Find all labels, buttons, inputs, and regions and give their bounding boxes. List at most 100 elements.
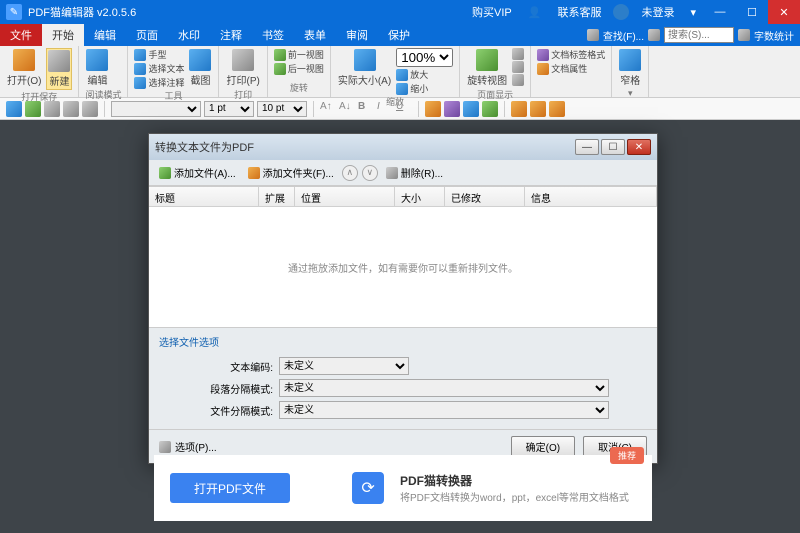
- tb-print-icon[interactable]: [44, 101, 60, 117]
- login-status[interactable]: 未登录: [637, 4, 678, 20]
- menu-annotate[interactable]: 注释: [210, 24, 252, 46]
- support-link[interactable]: 联系客服: [553, 4, 605, 20]
- encoding-select[interactable]: 未定义: [279, 357, 409, 375]
- col-ext[interactable]: 扩展: [259, 187, 295, 206]
- col-size[interactable]: 大小: [395, 187, 445, 206]
- menu-form[interactable]: 表单: [294, 24, 336, 46]
- find-link[interactable]: 查找(F)...: [603, 28, 644, 43]
- select-note[interactable]: 选择注释: [134, 76, 184, 89]
- bold-icon[interactable]: B: [358, 101, 374, 117]
- props-icon: [537, 63, 549, 75]
- group-narrow: ▾: [618, 88, 642, 100]
- open-pdf-button[interactable]: 打开PDF文件: [170, 473, 290, 503]
- split-select[interactable]: 未定义: [279, 401, 609, 419]
- edit-button[interactable]: 编辑: [85, 48, 109, 88]
- options-button[interactable]: 选项(P)...: [159, 439, 217, 454]
- tb-globe-icon[interactable]: [6, 101, 22, 117]
- add-file-button[interactable]: 添加文件(A)...: [155, 163, 240, 182]
- login-dropdown-icon[interactable]: ▾: [686, 6, 700, 19]
- close-button[interactable]: ✕: [768, 0, 800, 24]
- tag-format[interactable]: 文档标签格式: [537, 48, 605, 61]
- zoom-out[interactable]: 缩小: [396, 82, 453, 95]
- tag-icon: [537, 49, 549, 61]
- prev-view[interactable]: 前一视图: [274, 48, 324, 61]
- textbox-icon[interactable]: [511, 101, 527, 117]
- dialog-close-button[interactable]: ✕: [627, 139, 651, 155]
- search-icon: [648, 29, 660, 41]
- list-header: 标题 扩展 位置 大小 已修改 信息: [149, 187, 657, 207]
- prev-icon: [274, 49, 286, 61]
- note-icon[interactable]: [549, 101, 565, 117]
- search-input[interactable]: [664, 27, 734, 43]
- color3-icon[interactable]: [463, 101, 479, 117]
- move-up-button[interactable]: ∧: [342, 165, 358, 181]
- document-area: 转换文本文件为PDF — ☐ ✕ 添加文件(A)... 添加文件夹(F)... …: [0, 120, 800, 533]
- move-down-button[interactable]: ∨: [362, 165, 378, 181]
- line-width-2[interactable]: 10 pt: [257, 101, 307, 117]
- menu-review[interactable]: 审阅: [336, 24, 378, 46]
- rotate-view[interactable]: 旋转视图: [466, 48, 508, 88]
- minimize-button[interactable]: —: [704, 0, 736, 24]
- find-icon: [587, 29, 599, 41]
- format-toolbar: 1 pt 10 pt A↑ A↓ B I U: [0, 98, 800, 120]
- menu-protect[interactable]: 保护: [378, 24, 420, 46]
- maximize-button[interactable]: ☐: [736, 0, 768, 24]
- options-section-title: 选择文件选项: [159, 334, 647, 349]
- actual-size[interactable]: 实际大小(A): [337, 48, 392, 88]
- tb-save-icon[interactable]: [25, 101, 41, 117]
- dialog-toolbar: 添加文件(A)... 添加文件夹(F)... ∧ ∨ 删除(R)...: [149, 160, 657, 186]
- new-button[interactable]: 新建: [46, 48, 72, 90]
- group-rotate: 旋转: [274, 81, 324, 95]
- encoding-label: 文本编码:: [159, 359, 279, 374]
- add-folder-button[interactable]: 添加文件夹(F)...: [244, 163, 338, 182]
- dialog-titlebar[interactable]: 转换文本文件为PDF — ☐ ✕: [149, 134, 657, 160]
- col-mod[interactable]: 已修改: [445, 187, 525, 206]
- hand-icon: [134, 49, 146, 61]
- selecttext-icon: [134, 63, 146, 75]
- print-button[interactable]: 打印(P): [225, 48, 260, 88]
- italic-icon[interactable]: I: [377, 101, 393, 117]
- menu-start[interactable]: 开始: [42, 24, 84, 46]
- menu-watermark[interactable]: 水印: [168, 24, 210, 46]
- highlight-icon[interactable]: [530, 101, 546, 117]
- menu-edit[interactable]: 编辑: [84, 24, 126, 46]
- zoomout-icon: [396, 83, 408, 95]
- select-text[interactable]: 选择文本: [134, 62, 184, 75]
- wordcount-link[interactable]: 字数统计: [754, 28, 794, 43]
- hand-tool[interactable]: 手型: [134, 48, 184, 61]
- menu-bookmark[interactable]: 书签: [252, 24, 294, 46]
- addfile-icon: [159, 167, 171, 179]
- font-dec-icon[interactable]: A↓: [339, 101, 355, 117]
- buy-vip-link[interactable]: 购买VIP: [468, 4, 516, 20]
- col-loc[interactable]: 位置: [295, 187, 395, 206]
- font-family-select[interactable]: [111, 101, 201, 117]
- col-title[interactable]: 标题: [149, 187, 259, 206]
- underline-icon[interactable]: U: [396, 101, 412, 117]
- snapshot-button[interactable]: 截图: [188, 48, 212, 88]
- tb-redo-icon[interactable]: [82, 101, 98, 117]
- color1-icon[interactable]: [425, 101, 441, 117]
- zoom-in[interactable]: 放大: [396, 68, 453, 81]
- ribbon: 打开(O) 新建 打开保存 编辑 阅读模式 手型 选择文本 选择注释 截图 工具…: [0, 46, 800, 98]
- dialog-min-button[interactable]: —: [575, 139, 599, 155]
- delete-button[interactable]: 删除(R)...: [382, 163, 447, 182]
- doc-props[interactable]: 文档属性: [537, 62, 605, 75]
- font-inc-icon[interactable]: A↑: [320, 101, 336, 117]
- dialog-max-button[interactable]: ☐: [601, 139, 625, 155]
- menubar: 文件 开始 编辑 页面 水印 注释 书签 表单 审阅 保护 查找(F)... 字…: [0, 24, 800, 46]
- promo-subtitle: 将PDF文档转换为word，ppt，excel等常用文档格式: [400, 489, 629, 504]
- tb-undo-icon[interactable]: [63, 101, 79, 117]
- paragraph-select[interactable]: 未定义: [279, 379, 609, 397]
- window-controls: — ☐ ✕: [704, 0, 800, 24]
- menu-file[interactable]: 文件: [0, 24, 42, 46]
- app-title: PDF猫编辑器 v2.0.5.6: [28, 4, 468, 20]
- open-button[interactable]: 打开(O): [6, 48, 42, 88]
- narrow-button[interactable]: 窄格: [618, 48, 642, 88]
- next-view[interactable]: 后一视图: [274, 62, 324, 75]
- zoom-select[interactable]: 100%: [396, 48, 453, 67]
- color4-icon[interactable]: [482, 101, 498, 117]
- line-width-1[interactable]: 1 pt: [204, 101, 254, 117]
- menu-page[interactable]: 页面: [126, 24, 168, 46]
- color2-icon[interactable]: [444, 101, 460, 117]
- col-info[interactable]: 信息: [525, 187, 657, 206]
